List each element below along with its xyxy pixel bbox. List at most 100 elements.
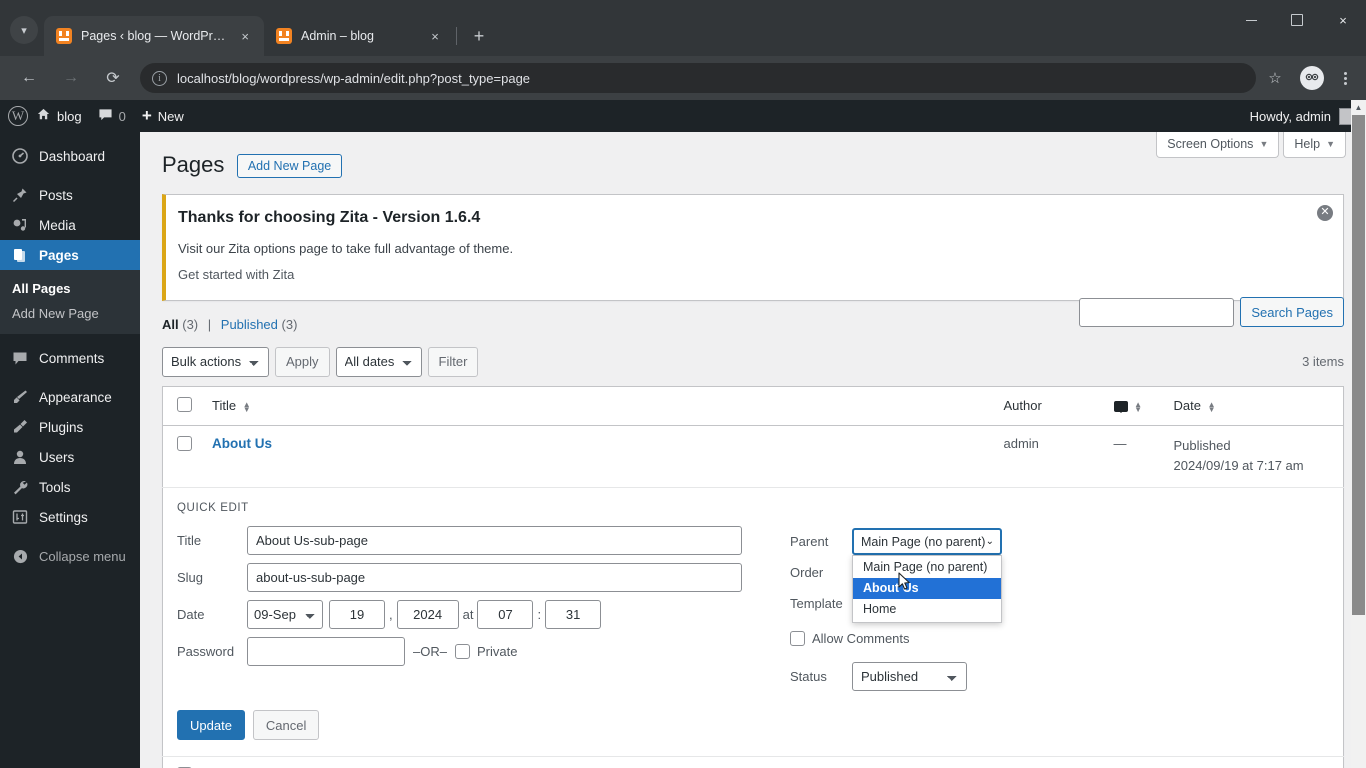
filter-button[interactable]: Filter — [427, 346, 479, 377]
column-header-title[interactable]: Title ▲ ▼ — [202, 386, 994, 426]
minute-input[interactable] — [545, 600, 602, 630]
update-button[interactable]: Update — [177, 710, 245, 741]
close-icon[interactable]: × — [236, 27, 254, 45]
help-button[interactable]: Help ▼ — [1283, 132, 1346, 158]
private-checkbox[interactable] — [454, 644, 470, 660]
sidebar-item-dashboard[interactable]: Dashboard — [0, 141, 140, 171]
comments-menu[interactable]: 0 — [90, 100, 134, 132]
pages-list-table: Title ▲ ▼ Author ▲ ▼ Date ▲ ▼ About Us a… — [162, 385, 1344, 768]
browser-tab-admin[interactable]: Admin – blog × — [264, 16, 454, 56]
add-new-page-button[interactable]: Add New Page — [236, 153, 343, 178]
bookmark-star-icon[interactable]: ☆ — [1262, 65, 1288, 91]
sidebar-item-appearance[interactable]: Appearance — [0, 382, 140, 412]
pin-icon — [10, 187, 30, 203]
parent-option-about-us[interactable]: About Us — [853, 578, 1001, 600]
apply-button[interactable]: Apply — [275, 346, 330, 377]
my-account-menu[interactable]: Howdy, admin — [1250, 100, 1366, 132]
tab-search-chevron-down-icon[interactable]: ▾ — [10, 16, 38, 44]
close-window-button[interactable]: × — [1320, 0, 1366, 40]
collapse-menu-button[interactable]: Collapse menu — [0, 541, 140, 571]
year-input[interactable] — [396, 600, 459, 630]
quick-edit-allow-comments-row: Allow Comments — [790, 623, 1329, 653]
column-header-comments[interactable]: ▲ ▼ — [1103, 386, 1164, 426]
search-input[interactable] — [1079, 297, 1235, 327]
row-checkbox-cell[interactable] — [162, 756, 202, 768]
filter-link-all[interactable]: All — [162, 317, 179, 332]
allow-comments-checkbox[interactable] — [790, 630, 805, 646]
select-all-header[interactable] — [162, 386, 202, 426]
plus-icon: + — [141, 106, 152, 125]
sidebar-item-plugins[interactable]: Plugins — [0, 412, 140, 442]
reload-button[interactable]: ⟳ — [98, 63, 128, 93]
password-input[interactable] — [247, 637, 405, 667]
chevron-down-icon: ▼ — [1259, 139, 1269, 149]
status-select[interactable]: Published — [852, 662, 967, 692]
back-button[interactable]: ← — [14, 63, 44, 93]
sidebar-item-label: Pages — [39, 247, 79, 263]
sidebar-item-all-pages[interactable]: All Pages — [0, 276, 140, 301]
address-bar[interactable]: i localhost/blog/wordpress/wp-admin/edit… — [140, 63, 1256, 93]
sidebar-item-settings[interactable]: Settings — [0, 502, 140, 532]
title-input[interactable] — [247, 526, 742, 556]
filter-link-published[interactable]: Published — [221, 317, 278, 332]
page-scrollbar[interactable]: ▲ — [1351, 100, 1366, 768]
sidebar-item-add-new-page[interactable]: Add New Page — [0, 301, 140, 326]
pages-icon — [10, 247, 30, 263]
site-name-menu[interactable]: blog — [28, 100, 90, 132]
slug-input[interactable] — [247, 563, 742, 593]
sort-indicator-icon[interactable]: ▲ ▼ — [1134, 400, 1142, 413]
info-icon[interactable]: i — [152, 70, 167, 86]
new-content-menu[interactable]: + New — [134, 100, 192, 132]
sidebar-item-tools[interactable]: Tools — [0, 472, 140, 502]
parent-option-home[interactable]: Home — [853, 599, 1001, 620]
quick-edit-slug-row: Slug — [177, 563, 772, 593]
collapse-arrow-icon — [10, 549, 30, 564]
forward-button[interactable]: → — [56, 63, 86, 93]
scrollbar-thumb[interactable] — [1352, 115, 1365, 615]
close-circle-icon[interactable]: ✕ — [1317, 204, 1333, 221]
filter-count-published: (3) — [281, 316, 298, 332]
quick-edit-parent-row: Parent Main Page (no parent) ⌄ Main Page… — [790, 526, 1329, 624]
row-checkbox-cell[interactable] — [162, 425, 202, 489]
window-controls: × — [1228, 0, 1366, 40]
select-all-checkbox[interactable] — [177, 396, 192, 412]
row-title-cell[interactable]: About Us — [202, 425, 994, 489]
row-title-cell[interactable]: Home — [202, 756, 994, 768]
day-input[interactable] — [329, 600, 385, 630]
column-header-date[interactable]: Date ▲ ▼ — [1163, 386, 1344, 426]
scroll-up-arrow-icon[interactable]: ▲ — [1351, 100, 1366, 115]
three-dot-menu-icon[interactable] — [1332, 65, 1358, 91]
month-select[interactable]: 09-Sep — [247, 600, 323, 630]
sort-indicator-icon[interactable]: ▲ ▼ — [243, 400, 251, 413]
sort-indicator-icon[interactable]: ▲ ▼ — [1208, 400, 1216, 413]
minimize-button[interactable] — [1228, 0, 1274, 40]
profile-avatar-icon[interactable] — [1300, 66, 1324, 90]
sidebar-item-comments[interactable]: Comments — [0, 343, 140, 373]
tab-title: Admin – blog — [301, 29, 374, 43]
plugin-icon — [10, 419, 30, 435]
date-filter-select[interactable]: All dates — [335, 346, 422, 377]
parent-option-main-page[interactable]: Main Page (no parent) — [853, 557, 1001, 578]
browser-tab-pages[interactable]: Pages ‹ blog — WordPress × — [44, 16, 264, 56]
sidebar-item-posts[interactable]: Posts — [0, 180, 140, 210]
screen-options-button[interactable]: Screen Options ▼ — [1156, 132, 1280, 158]
table-row[interactable]: Home admin — Published 2024/09/19 at 7:1… — [162, 756, 1344, 768]
sidebar-item-users[interactable]: Users — [0, 442, 140, 472]
cancel-button[interactable]: Cancel — [252, 710, 320, 741]
table-row[interactable]: About Us admin — Published 2024/09/19 at… — [162, 425, 1344, 489]
parent-select[interactable]: Main Page (no parent) ⌄ — [852, 528, 1002, 556]
search-pages-button[interactable]: Search Pages — [1240, 297, 1344, 327]
close-icon[interactable]: × — [426, 27, 444, 45]
row-checkbox[interactable] — [177, 435, 192, 451]
page-title-link[interactable]: About Us — [212, 436, 272, 451]
row-author-cell: admin — [993, 756, 1104, 768]
notice-link[interactable]: Get started with Zita — [178, 267, 294, 282]
wordpress-logo-icon[interactable]: W — [8, 106, 28, 126]
template-label: Template — [790, 596, 843, 612]
sidebar-item-pages[interactable]: Pages — [0, 240, 140, 270]
hour-input[interactable] — [477, 600, 534, 630]
new-tab-button[interactable]: + — [465, 22, 493, 50]
sidebar-item-media[interactable]: Media — [0, 210, 140, 240]
maximize-button[interactable] — [1274, 0, 1320, 40]
bulk-actions-select[interactable]: Bulk actions — [162, 346, 269, 377]
